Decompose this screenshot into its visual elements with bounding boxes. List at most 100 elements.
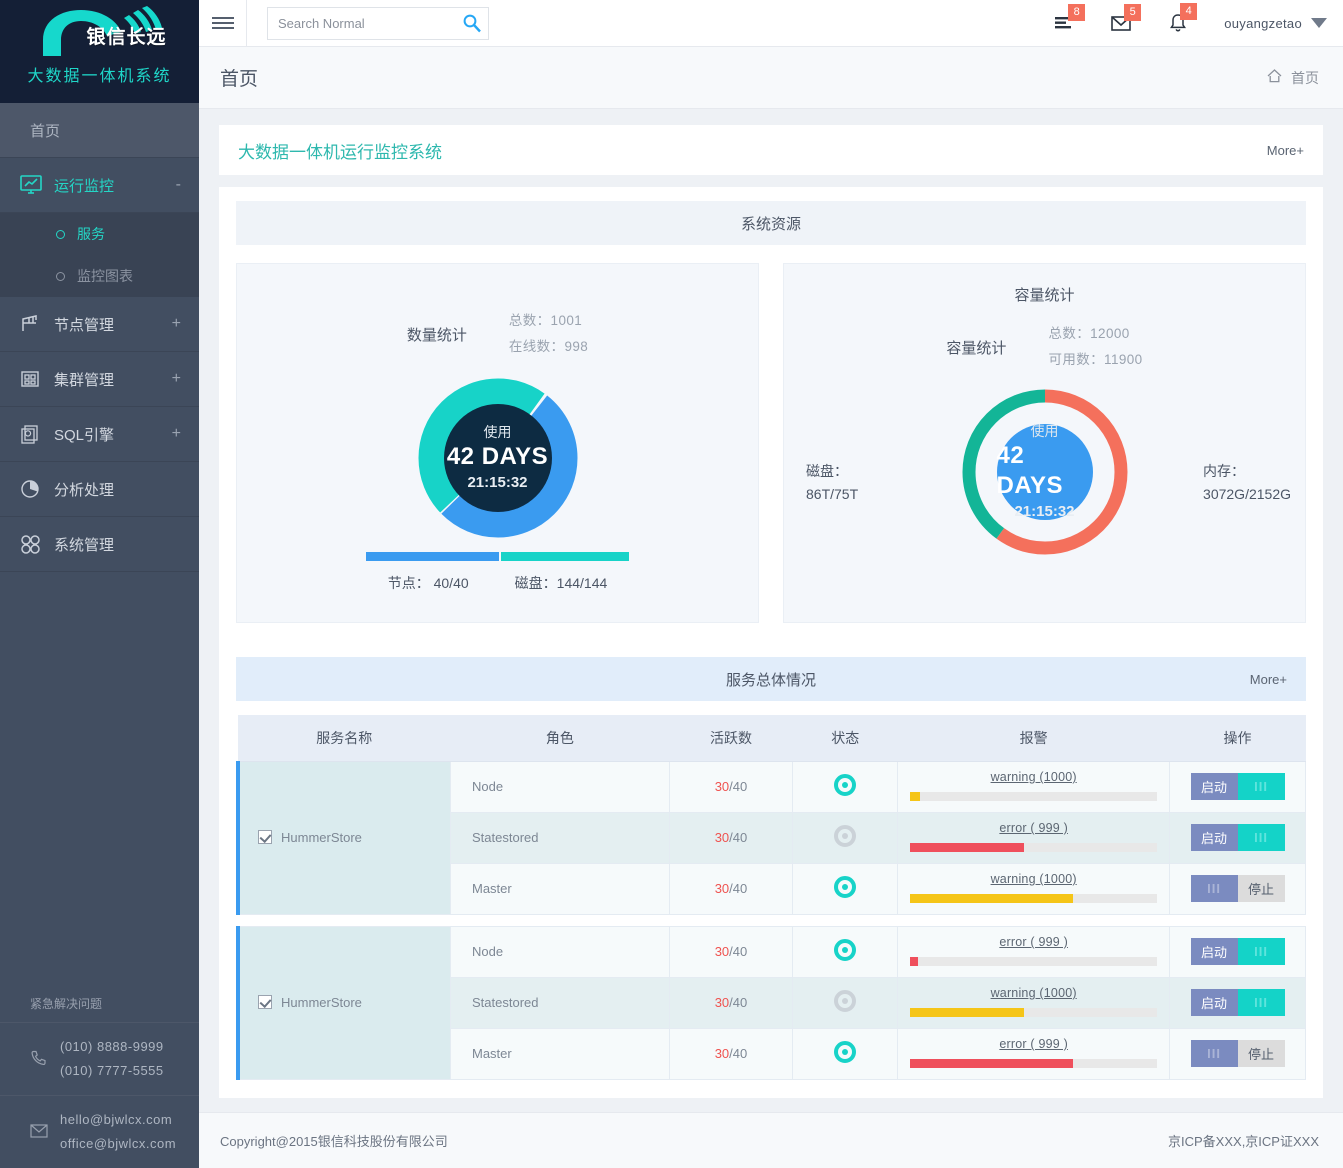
sidebar-item-analysis[interactable]: 分析处理 bbox=[0, 462, 199, 517]
sidebar-item-node-mgmt[interactable]: 节点管理 + bbox=[0, 297, 199, 352]
count-center-use: 使用 bbox=[483, 424, 512, 440]
status-indicator-icon bbox=[834, 990, 857, 1012]
grid-icon bbox=[20, 534, 54, 554]
stop-button[interactable]: 停止 bbox=[1237, 875, 1285, 902]
contact-email-row: hello@bjwlcx.com office@bjwlcx.com bbox=[0, 1095, 199, 1168]
pause-button[interactable]: III bbox=[1190, 875, 1238, 902]
sidebar-item-home-label: 首页 bbox=[30, 122, 61, 140]
disk-bar bbox=[501, 552, 629, 561]
pie-icon bbox=[20, 479, 54, 499]
alarm-label[interactable]: error ( 999 ) bbox=[910, 821, 1157, 835]
alarm-cell: error ( 999 ) bbox=[897, 1027, 1171, 1080]
chevron-down-icon[interactable] bbox=[1311, 18, 1327, 28]
service-checkbox[interactable] bbox=[258, 830, 272, 844]
service-name-cell[interactable]: HummerStore bbox=[236, 925, 451, 1080]
capacity-stat-header: 容量统计 总数：12000 可用数：11900 bbox=[784, 321, 1305, 373]
sidebar-subitem-charts[interactable]: 监控图表 bbox=[0, 255, 199, 297]
count-stat-header: 数量统计 总数：1001 在线数：998 bbox=[237, 308, 758, 360]
hamburger-menu-icon[interactable] bbox=[199, 0, 247, 47]
mail-icon[interactable]: 5 bbox=[1094, 4, 1150, 32]
bell-icon[interactable]: 4 bbox=[1150, 3, 1206, 33]
alarm-progress-bar bbox=[910, 792, 1158, 801]
operation-cell: III 停止 bbox=[1169, 1027, 1306, 1080]
sidebar-toggle-node-mgmt[interactable]: + bbox=[172, 315, 181, 333]
search-box bbox=[267, 6, 489, 40]
node-bar bbox=[366, 552, 499, 561]
sidebar-item-system-mgmt[interactable]: 系统管理 bbox=[0, 517, 199, 572]
sidebar-item-sql-engine[interactable]: SQL引擎 + bbox=[0, 407, 199, 462]
service-name-cell[interactable]: HummerStore bbox=[236, 760, 451, 915]
alarm-label[interactable]: error ( 999 ) bbox=[910, 1037, 1157, 1051]
col-status: 状态 bbox=[792, 715, 898, 762]
capacity-total: 总数：12000 bbox=[1048, 326, 1130, 341]
sidebar-subitem-service[interactable]: 服务 bbox=[0, 213, 199, 255]
service-checkbox[interactable] bbox=[258, 995, 272, 1009]
phone-1: (010) 8888-9999 bbox=[60, 1039, 164, 1054]
active-count-current: 30 bbox=[714, 944, 730, 959]
active-count-cell: 30/40 bbox=[668, 976, 794, 1029]
col-operation: 操作 bbox=[1169, 715, 1306, 762]
page-title: 首页 bbox=[220, 69, 259, 90]
sidebar-logo[interactable]: 银信长远 大数据一体机系统 bbox=[0, 0, 199, 103]
alarm-label[interactable]: warning (1000) bbox=[910, 872, 1157, 886]
services-header-row: 服务名称 角色 活跃数 状态 报警 操作 bbox=[238, 715, 1306, 762]
active-count-total: /40 bbox=[729, 830, 748, 845]
role-cell: Node bbox=[450, 760, 670, 813]
sidebar-toggle-cluster-mgmt[interactable]: + bbox=[172, 370, 181, 388]
phone-icon bbox=[30, 1049, 60, 1070]
capacity-card-title: 容量统计 bbox=[1014, 287, 1075, 304]
count-donut-center: 使用 42 DAYS 21:15:32 bbox=[443, 404, 552, 512]
count-bar-labels: 节点： 40/40 磁盘：144/144 bbox=[237, 573, 758, 593]
operation-buttons: 启动 III bbox=[1190, 824, 1285, 851]
search-icon[interactable] bbox=[461, 13, 483, 35]
pause-button[interactable]: III bbox=[1190, 1040, 1238, 1067]
breadcrumb-trail[interactable]: 首页 bbox=[1266, 68, 1319, 88]
sidebar-item-monitoring[interactable]: 运行监控 - bbox=[0, 158, 199, 213]
panel-more-link[interactable]: More+ bbox=[1267, 143, 1304, 158]
status-indicator-icon bbox=[834, 1041, 857, 1063]
breadcrumb-home-label[interactable]: 首页 bbox=[1291, 68, 1319, 88]
email-2: office@bjwlcx.com bbox=[60, 1136, 177, 1151]
search-input[interactable] bbox=[267, 6, 489, 40]
alarm-progress-fill bbox=[910, 1008, 1024, 1017]
operation-cell: 启动 III bbox=[1169, 760, 1306, 813]
alarm-cell: warning (1000) bbox=[897, 862, 1171, 915]
start-button[interactable]: 启动 bbox=[1190, 938, 1238, 965]
pause-button[interactable]: III bbox=[1237, 824, 1285, 851]
status-indicator-icon bbox=[834, 939, 857, 961]
memory-note-value: 3072G/2152G bbox=[1203, 486, 1291, 502]
start-button[interactable]: 启动 bbox=[1190, 773, 1238, 800]
username-label[interactable]: ouyangzetao bbox=[1224, 16, 1302, 31]
start-button[interactable]: 启动 bbox=[1190, 824, 1238, 851]
start-button[interactable]: 启动 bbox=[1190, 989, 1238, 1016]
alarm-label[interactable]: warning (1000) bbox=[910, 770, 1157, 784]
app-root: 银信长远 大数据一体机系统 首页 运行监控 - 服务 监控图表 节点管理 + 集… bbox=[0, 0, 1343, 1168]
sidebar-toggle-sql-engine[interactable]: + bbox=[172, 425, 181, 443]
tasks-icon[interactable]: 8 bbox=[1038, 4, 1094, 32]
table-row[interactable]: HummerStore Node 30/40 error ( 999 ) 启动 III bbox=[236, 925, 1306, 1080]
mail-badge: 5 bbox=[1124, 4, 1142, 21]
sidebar-toggle-monitoring[interactable]: - bbox=[176, 176, 181, 194]
services-more-link[interactable]: More+ bbox=[1250, 672, 1287, 687]
stop-button[interactable]: 停止 bbox=[1237, 1040, 1285, 1067]
count-bars bbox=[237, 552, 758, 561]
capacity-available: 可用数：11900 bbox=[1048, 352, 1143, 367]
table-row[interactable]: HummerStore Node 30/40 warning (1000) 启动 III bbox=[236, 760, 1306, 915]
alarm-label[interactable]: error ( 999 ) bbox=[910, 935, 1157, 949]
active-count-total: /40 bbox=[729, 1046, 748, 1061]
alarm-label[interactable]: warning (1000) bbox=[910, 986, 1157, 1000]
sidebar-subitem-charts-label: 监控图表 bbox=[77, 268, 133, 284]
alarm-progress-fill bbox=[910, 894, 1074, 903]
pause-button[interactable]: III bbox=[1237, 989, 1285, 1016]
sidebar-item-cluster-mgmt[interactable]: 集群管理 + bbox=[0, 352, 199, 407]
capacity-stat-label: 容量统计 bbox=[946, 339, 1007, 357]
capacity-center-use: 使用 bbox=[1030, 423, 1059, 439]
sidebar-item-home[interactable]: 首页 bbox=[0, 103, 199, 158]
services-heading-label: 服务总体情况 bbox=[725, 671, 816, 689]
operation-cell: 启动 III bbox=[1169, 925, 1306, 978]
active-count-current: 30 bbox=[714, 995, 730, 1010]
pause-button[interactable]: III bbox=[1237, 938, 1285, 965]
sidebar-item-sql-engine-label: SQL引擎 bbox=[54, 426, 115, 444]
monitor-icon bbox=[20, 175, 54, 195]
pause-button[interactable]: III bbox=[1237, 773, 1285, 800]
